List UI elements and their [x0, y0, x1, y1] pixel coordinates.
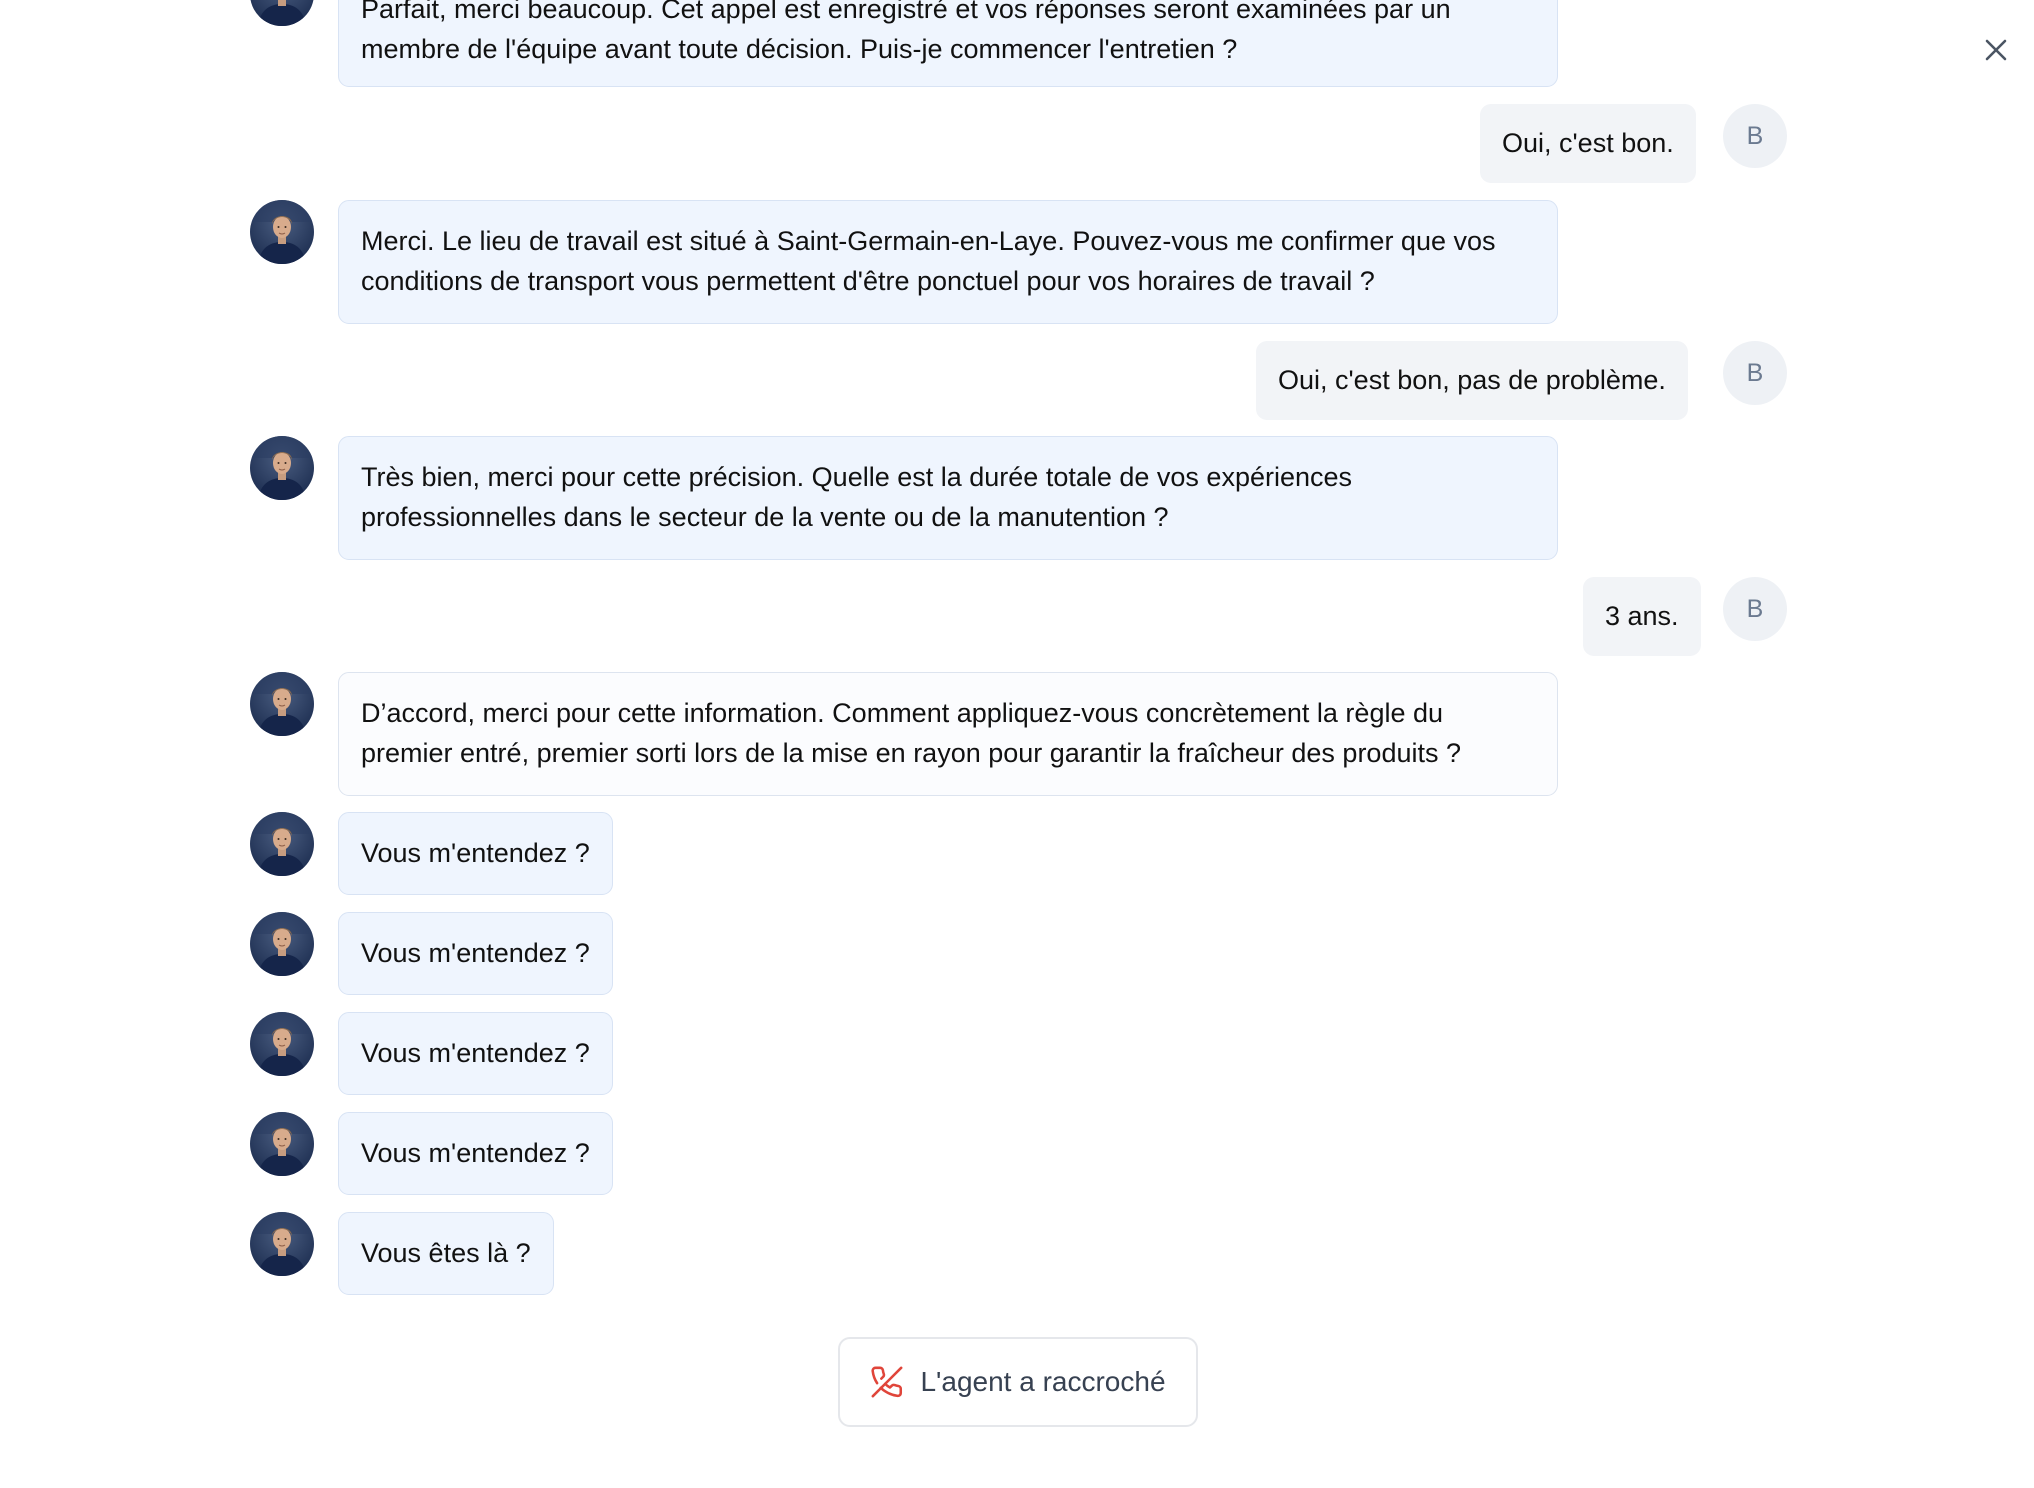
- call-ended-status: L'agent a raccroché: [838, 1337, 1198, 1427]
- agent-avatar: [250, 672, 314, 736]
- agent-message: Vous m'entendez ?: [338, 812, 613, 895]
- agent-avatar: [250, 200, 314, 264]
- chat-transcript-page: Parfait, merci beaucoup. Cet appel est e…: [0, 0, 2034, 1488]
- agent-avatar: [250, 912, 314, 976]
- close-icon: [1985, 39, 2007, 61]
- agent-message: D’accord, merci pour cette information. …: [338, 672, 1558, 796]
- agent-avatar: [250, 1112, 314, 1176]
- user-avatar: B: [1723, 577, 1787, 641]
- agent-avatar: [250, 436, 314, 500]
- agent-message: Vous m'entendez ?: [338, 912, 613, 995]
- agent-avatar: [250, 0, 314, 26]
- agent-message: Vous êtes là ?: [338, 1212, 554, 1295]
- agent-avatar: [250, 1212, 314, 1276]
- user-avatar: B: [1723, 341, 1787, 405]
- agent-avatar: [250, 1012, 314, 1076]
- phone-hangup-icon: [871, 1366, 903, 1398]
- call-ended-label: L'agent a raccroché: [920, 1366, 1166, 1397]
- agent-message: Merci. Le lieu de travail est situé à Sa…: [338, 200, 1558, 324]
- agent-message: Très bien, merci pour cette précision. Q…: [338, 436, 1558, 560]
- agent-message: Vous m'entendez ?: [338, 1112, 613, 1195]
- user-message: 3 ans.: [1583, 577, 1701, 656]
- user-message: Oui, c'est bon.: [1480, 104, 1696, 183]
- agent-message: Parfait, merci beaucoup. Cet appel est e…: [338, 0, 1558, 87]
- close-button[interactable]: [1976, 30, 2016, 70]
- agent-avatar: [250, 812, 314, 876]
- user-message: Oui, c'est bon, pas de problème.: [1256, 341, 1688, 420]
- agent-message: Vous m'entendez ?: [338, 1012, 613, 1095]
- user-avatar: B: [1723, 104, 1787, 168]
